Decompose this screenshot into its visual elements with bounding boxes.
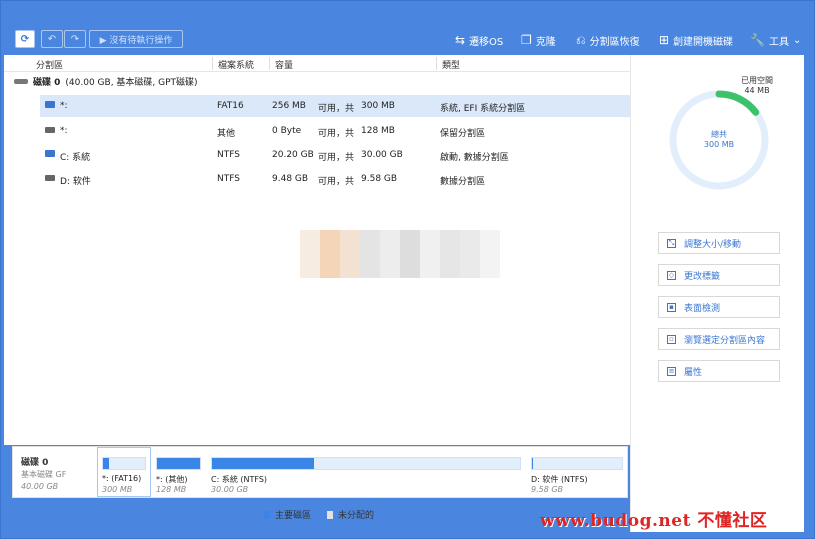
disk-row[interactable]: 磁碟 0 (40.00 GB, 基本磁碟, GPT磁碟) — [14, 75, 198, 88]
disk-map-panel: 磁碟 0 基本磁碟 GF 40.00 GB *: (FAT16) 300 MB … — [12, 446, 628, 498]
segment-used-fill — [103, 458, 110, 469]
change-label-button[interactable]: ◇ 更改標籤 — [658, 264, 780, 286]
toolbar: ⟳ ↶ ↷ ▶ 沒有待執行操作 ⇆ 遷移OS ❐ 克隆 ⎌ 分割區恢復 ⊞ 創建開機磁碟… — [0, 27, 815, 51]
column-capacity[interactable]: 容量 — [275, 58, 293, 71]
clone-icon: ❐ — [521, 33, 532, 47]
disk-icon — [14, 79, 28, 84]
segment-used-fill — [212, 458, 314, 469]
partition-row[interactable]: D: 软件 NTFS 9.48 GB 可用，共 9.58 GB 數據分割區 — [40, 168, 630, 190]
column-partition[interactable]: 分割區 — [36, 58, 63, 71]
operations-panel: 已用空間 44 MB 總共 300 MB ⤡ 調整大小/移動 ◇ 更改標籤 ▪ 表面檢… — [630, 55, 804, 532]
segment-used-fill — [157, 458, 200, 469]
chevron-down-icon: ⌄ — [792, 34, 802, 46]
undo-icon: ↶ — [47, 33, 57, 45]
redo-icon: ↷ — [70, 33, 80, 45]
migrate-os-button[interactable]: ⇆ 遷移OS — [455, 31, 503, 49]
partition-recovery-button[interactable]: ⎌ 分割區恢復 — [576, 31, 640, 49]
pixelated-overlay — [300, 230, 500, 278]
refresh-button[interactable]: ⟳ — [15, 30, 35, 48]
legend-primary: 主要磁區 — [264, 508, 311, 521]
watermark: www.budog.net 不懂社区 — [540, 511, 768, 531]
browse-icon: ▫ — [667, 334, 676, 344]
clone-button[interactable]: ❐ 克隆 — [521, 31, 556, 49]
legend: 主要磁區 未分配的 — [264, 508, 374, 521]
disk-map-segment[interactable]: D: 软件 (NTFS) 9.58 GB — [531, 455, 623, 495]
tools-menu-button[interactable]: 🔧 工具 ⌄ — [750, 31, 801, 49]
properties-button[interactable]: ≡ 屬性 — [658, 360, 780, 382]
partition-row[interactable]: *: 其他 0 Byte 可用，共 128 MB 保留分割區 — [40, 120, 630, 142]
disk-map-segment[interactable]: *: (FAT16) 300 MB — [97, 447, 151, 497]
tag-icon: ◇ — [667, 270, 676, 280]
surface-test-button[interactable]: ▪ 表面檢測 — [658, 296, 780, 318]
segment-used-fill — [532, 458, 533, 469]
disk-map-segment[interactable]: C: 系統 (NTFS) 30.00 GB — [211, 455, 523, 495]
column-header: 分割區 檔案系統 容量 類型 — [4, 55, 630, 72]
recovery-icon: ⎌ — [576, 32, 586, 47]
wrench-icon: 🔧 — [750, 33, 765, 47]
partition-icon — [45, 127, 55, 133]
partition-row[interactable]: *: FAT16 256 MB 可用，共 300 MB 系統, EFI 系統分割… — [40, 95, 630, 117]
create-bootdisk-button[interactable]: ⊞ 創建開機磁碟 — [659, 31, 733, 49]
pending-operations-button[interactable]: ▶ 沒有待執行操作 — [89, 30, 183, 48]
system-partition-icon — [45, 101, 55, 108]
redo-button[interactable]: ↷ — [64, 30, 86, 48]
partition-icon — [45, 175, 55, 181]
resize-icon: ⤡ — [667, 238, 676, 248]
disk-map-segment[interactable]: *: (其他) 128 MB — [156, 455, 206, 495]
refresh-icon: ⟳ — [20, 33, 30, 45]
column-filesystem[interactable]: 檔案系統 — [218, 58, 254, 71]
column-type[interactable]: 類型 — [442, 58, 460, 71]
migrate-icon: ⇆ — [455, 33, 466, 47]
legend-unallocated: 未分配的 — [327, 508, 374, 521]
properties-icon: ≡ — [667, 366, 676, 376]
disk-map-label[interactable]: 磁碟 0 基本磁碟 GF 40.00 GB — [21, 457, 66, 493]
surface-test-icon: ▪ — [667, 302, 676, 312]
bootdisk-icon: ⊞ — [659, 33, 670, 47]
resize-move-button[interactable]: ⤡ 調整大小/移動 — [658, 232, 780, 254]
total-space-label: 總共 300 MB — [703, 130, 735, 149]
undo-button[interactable]: ↶ — [41, 30, 63, 48]
browse-partition-button[interactable]: ▫ 瀏覽選定分割區內容 — [658, 328, 780, 350]
partition-row[interactable]: C: 系統 NTFS 20.20 GB 可用，共 30.00 GB 啟動, 數據… — [40, 144, 630, 166]
windows-partition-icon — [45, 150, 55, 157]
